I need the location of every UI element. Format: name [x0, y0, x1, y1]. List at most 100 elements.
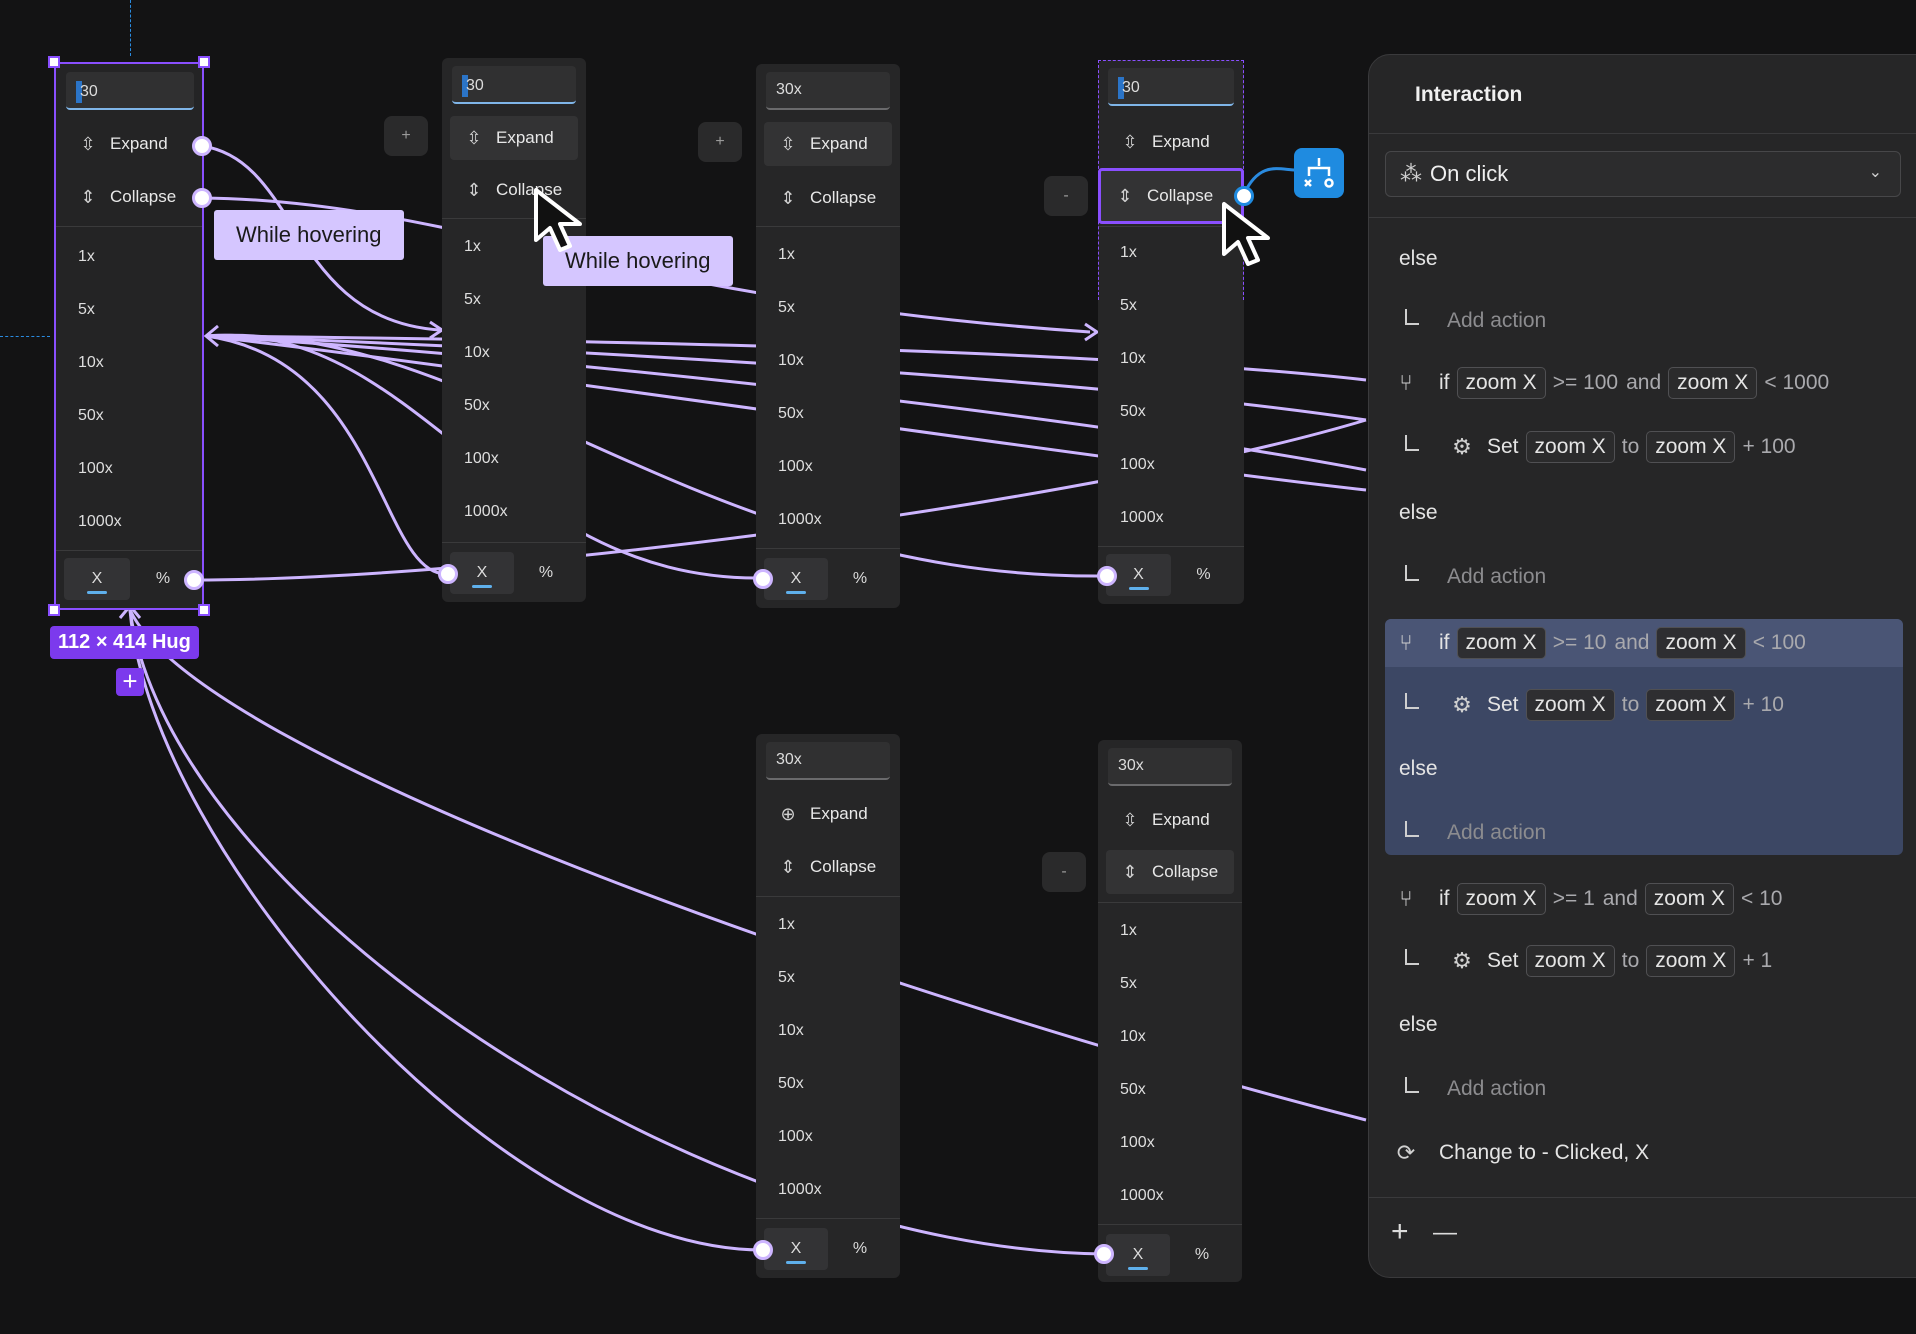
connection-node[interactable] [192, 136, 212, 156]
plus-stub[interactable]: + [384, 116, 428, 156]
unit-toggle[interactable]: X % [450, 552, 578, 594]
unit-percent-option[interactable]: % [1170, 1234, 1234, 1276]
unit-percent-option[interactable]: % [828, 1228, 892, 1270]
zoom-option[interactable]: 1000x [1120, 1187, 1164, 1205]
zoom-menu-frame[interactable]: 30 ⇳ Expand ⇕ Collapse 1x 5x 10x 50x 100x … [442, 58, 586, 602]
variable-chip[interactable]: zoom X [1456, 367, 1546, 399]
add-interaction-button[interactable]: + [1391, 1215, 1409, 1249]
unit-percent-option[interactable]: % [1171, 554, 1236, 596]
conditional-logic-badge[interactable] [1294, 148, 1344, 198]
connection-node[interactable] [192, 188, 212, 208]
zoom-option[interactable]: 10x [778, 1022, 804, 1040]
zoom-input[interactable]: 30x [766, 742, 890, 780]
collapse-item[interactable]: ⇕ Collapse [1106, 850, 1234, 894]
else-row[interactable]: else [1369, 999, 1916, 1051]
zoom-option[interactable]: 1000x [1120, 509, 1164, 527]
zoom-option[interactable]: 5x [1120, 975, 1137, 993]
collapse-item[interactable]: ⇕ Collapse [764, 176, 892, 220]
zoom-option[interactable]: 50x [464, 397, 490, 415]
else-row[interactable]: else [1369, 743, 1916, 795]
zoom-option[interactable]: 100x [778, 1128, 813, 1146]
condition-row[interactable]: ⑂ if zoom X >= 100 and zoom X < 1000 [1369, 357, 1916, 409]
unit-percent-option[interactable]: % [514, 552, 578, 594]
unit-toggle[interactable]: X % [1106, 1234, 1234, 1276]
zoom-option[interactable]: 1000x [464, 503, 508, 521]
zoom-option[interactable]: 1000x [778, 511, 822, 529]
zoom-input[interactable]: 30 [452, 66, 576, 104]
resize-handle[interactable] [198, 56, 210, 68]
expand-item[interactable]: ⇳ Expand [1106, 798, 1234, 842]
zoom-option[interactable]: 10x [464, 344, 490, 362]
plus-stub[interactable]: + [698, 122, 742, 162]
unit-x-option[interactable]: X [1106, 1234, 1170, 1276]
variable-chip[interactable]: zoom X [1456, 883, 1546, 915]
connection-node[interactable] [1094, 1244, 1114, 1264]
zoom-menu-frame[interactable]: 30x ⇳ Expand ⇕ Collapse 1x 5x 10x 50x 100x… [1098, 740, 1242, 1282]
variable-chip[interactable]: zoom X [1668, 367, 1758, 399]
else-row[interactable]: else [1369, 233, 1916, 285]
unit-x-option[interactable]: X [450, 552, 514, 594]
zoom-menu-frame[interactable]: 30x ⇳ Expand ⇕ Collapse 1x 5x 10x 50x 100x… [756, 64, 900, 608]
unit-toggle[interactable]: X % [764, 558, 892, 600]
unit-toggle[interactable]: X % [764, 1228, 892, 1270]
add-action-row[interactable]: Add action [1369, 1063, 1916, 1115]
zoom-option[interactable]: 5x [464, 291, 481, 309]
set-action-row[interactable]: ⚙ Set zoom X to zoom X + 1 [1369, 935, 1916, 987]
zoom-option[interactable]: 5x [778, 969, 795, 987]
variable-chip[interactable]: zoom X [1656, 627, 1746, 659]
minus-stub[interactable]: - [1042, 852, 1086, 892]
variable-chip[interactable]: zoom X [1456, 627, 1546, 659]
connection-node[interactable] [753, 1240, 773, 1260]
unit-toggle[interactable]: X % [1106, 554, 1236, 596]
add-badge[interactable]: + [116, 668, 144, 696]
variable-chip[interactable]: zoom X [1644, 883, 1734, 915]
zoom-option[interactable]: 10x [778, 352, 804, 370]
add-action-row[interactable]: Add action [1369, 551, 1916, 603]
resize-handle[interactable] [198, 604, 210, 616]
variable-chip[interactable]: zoom X [1646, 431, 1736, 463]
zoom-option[interactable]: 10x [1120, 1028, 1146, 1046]
trigger-select[interactable]: ⁂ On click ⌄ [1385, 151, 1901, 197]
while-hovering-tag[interactable]: While hovering [214, 210, 404, 260]
zoom-option[interactable]: 100x [1120, 456, 1155, 474]
variable-chip[interactable]: zoom X [1525, 945, 1615, 977]
connection-node[interactable] [438, 564, 458, 584]
expand-item[interactable]: ⇳ Expand [450, 116, 578, 160]
remove-interaction-button[interactable]: — [1433, 1219, 1457, 1247]
minus-stub[interactable]: - [1044, 176, 1088, 216]
connection-node[interactable] [753, 569, 773, 589]
unit-x-option[interactable]: X [764, 558, 828, 600]
condition-row[interactable]: ⑂ if zoom X >= 1 and zoom X < 10 [1369, 873, 1916, 925]
zoom-option[interactable]: 100x [778, 458, 813, 476]
else-row[interactable]: else [1369, 487, 1916, 539]
collapse-item[interactable]: ⇕ Collapse [764, 845, 892, 889]
zoom-input[interactable]: 30x [766, 72, 890, 110]
zoom-option[interactable]: 50x [778, 405, 804, 423]
zoom-option[interactable]: 1x [464, 238, 481, 256]
zoom-option[interactable]: 50x [778, 1075, 804, 1093]
zoom-option[interactable]: 1x [778, 916, 795, 934]
condition-row[interactable]: ⑂ if zoom X >= 10 and zoom X < 100 [1369, 617, 1916, 669]
expand-item[interactable]: ⇳ Expand [764, 122, 892, 166]
zoom-option[interactable]: 5x [778, 299, 795, 317]
zoom-option[interactable]: 50x [1120, 1081, 1146, 1099]
add-action-row[interactable]: Add action [1369, 807, 1916, 859]
zoom-option[interactable]: 100x [464, 450, 499, 468]
variable-chip[interactable]: zoom X [1525, 431, 1615, 463]
unit-x-option[interactable]: X [764, 1228, 828, 1270]
variable-chip[interactable]: zoom X [1646, 945, 1736, 977]
unit-percent-option[interactable]: % [828, 558, 892, 600]
variable-chip[interactable]: zoom X [1646, 689, 1736, 721]
zoom-option[interactable]: 10x [1120, 350, 1146, 368]
zoom-option[interactable]: 100x [1120, 1134, 1155, 1152]
zoom-menu-frame[interactable]: 30x ⊕ Expand ⇕ Collapse 1x 5x 10x 50x 100x… [756, 734, 900, 1278]
zoom-option[interactable]: 1000x [778, 1181, 822, 1199]
resize-handle[interactable] [48, 604, 60, 616]
set-action-row[interactable]: ⚙ Set zoom X to zoom X + 100 [1369, 421, 1916, 473]
connection-node[interactable] [184, 570, 204, 590]
zoom-option[interactable]: 1x [1120, 922, 1137, 940]
set-action-row[interactable]: ⚙ Set zoom X to zoom X + 10 [1369, 679, 1916, 731]
zoom-input[interactable]: 30x [1108, 748, 1232, 786]
zoom-option[interactable]: 50x [1120, 403, 1146, 421]
change-to-row[interactable]: ⟳ Change to - Clicked, X [1369, 1127, 1916, 1179]
